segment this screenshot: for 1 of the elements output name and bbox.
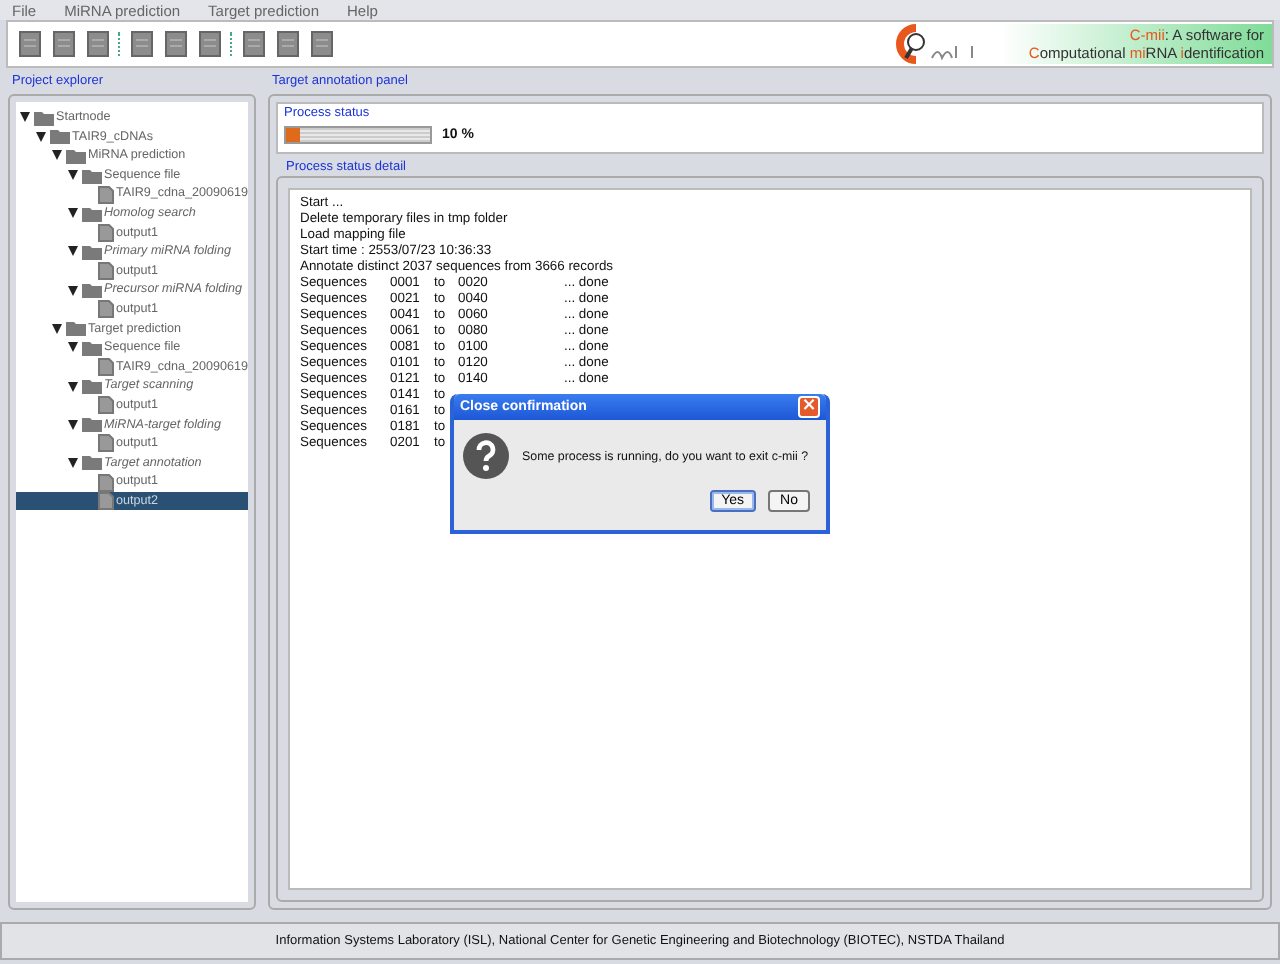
close-button[interactable]: × [798, 396, 820, 418]
